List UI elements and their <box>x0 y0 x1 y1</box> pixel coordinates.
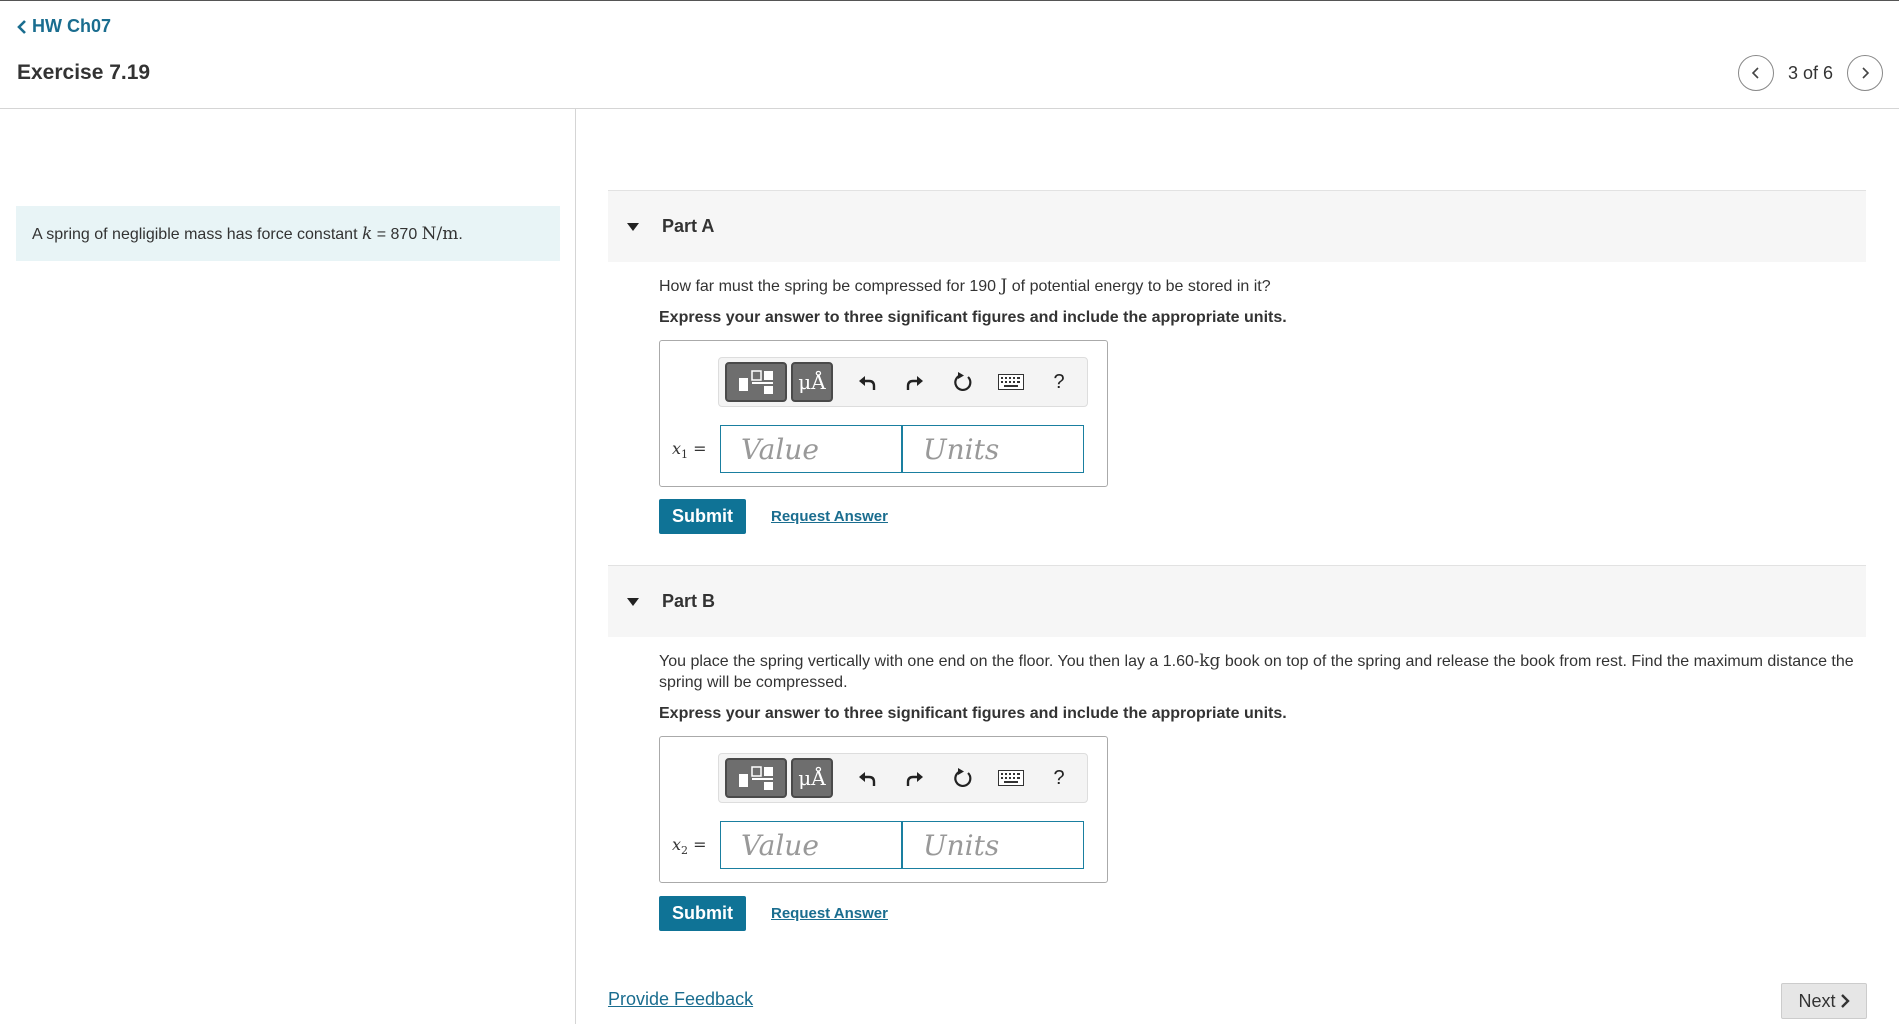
next-item-button[interactable] <box>1847 55 1883 91</box>
next-button[interactable]: Next <box>1781 983 1867 1019</box>
keyboard-icon <box>998 374 1024 390</box>
part-b-variable-label: x2 = <box>672 835 707 858</box>
problem-statement: A spring of negligible mass has force co… <box>16 206 560 261</box>
reset-button[interactable] <box>939 362 987 402</box>
units-icon: μÅ <box>798 370 826 394</box>
keyboard-button[interactable] <box>987 362 1035 402</box>
reset-icon <box>954 768 972 788</box>
reset-button[interactable] <box>939 758 987 798</box>
part-b-units-input[interactable]: Units <box>902 821 1084 869</box>
part-b-instruction: Express your answer to three significant… <box>659 705 1287 722</box>
part-b-request-answer-link[interactable]: Request Answer <box>771 905 888 922</box>
part-a-label: Part A <box>662 216 715 236</box>
undo-button[interactable] <box>843 362 891 402</box>
part-a-answer-box: μÅ ? x1 = Value Units <box>659 340 1108 487</box>
part-a-question: How far must the spring be compressed fo… <box>659 276 1271 296</box>
undo-button[interactable] <box>843 758 891 798</box>
undo-icon <box>859 376 876 390</box>
redo-icon <box>906 772 923 786</box>
chevron-right-icon <box>1862 67 1870 79</box>
part-b-label: Part B <box>662 591 716 611</box>
units-button[interactable]: μÅ <box>791 758 833 798</box>
next-button-label: Next <box>1798 990 1836 1011</box>
part-b-value-input[interactable]: Value <box>720 821 902 869</box>
part-b-header[interactable]: Part B <box>608 565 1866 637</box>
math-toolbar: μÅ ? <box>718 357 1088 407</box>
back-link[interactable]: HW Ch07 <box>16 16 111 37</box>
redo-icon <box>906 376 923 390</box>
reset-icon <box>954 372 972 392</box>
part-b-question: You place the spring vertically with one… <box>659 651 1854 691</box>
column-divider <box>575 108 576 1024</box>
help-icon: ? <box>1053 766 1065 789</box>
top-border <box>0 0 1899 1</box>
part-a-instruction: Express your answer to three significant… <box>659 309 1287 326</box>
part-a-units-input[interactable]: Units <box>902 425 1084 473</box>
units-icon: μÅ <box>798 766 826 790</box>
keyboard-button[interactable] <box>987 758 1035 798</box>
part-a-value-input[interactable]: Value <box>720 425 902 473</box>
math-toolbar: μÅ ? <box>718 753 1088 803</box>
part-a-header[interactable]: Part A <box>608 190 1866 262</box>
templates-button[interactable] <box>725 362 787 402</box>
provide-feedback-link[interactable]: Provide Feedback <box>608 989 753 1010</box>
help-icon: ? <box>1053 370 1065 393</box>
templates-icon <box>739 370 773 394</box>
templates-icon <box>739 766 773 790</box>
help-button[interactable]: ? <box>1035 362 1083 402</box>
previous-item-button[interactable] <box>1737 55 1774 91</box>
undo-icon <box>859 772 876 786</box>
caret-down-icon <box>627 222 639 231</box>
templates-button[interactable] <box>725 758 787 798</box>
problem-text: A spring of negligible mass has force co… <box>32 223 463 244</box>
part-a-variable-label: x1 = <box>672 439 707 462</box>
exercise-title: Exercise 7.19 <box>17 61 151 84</box>
caret-down-icon <box>627 597 639 606</box>
part-a-submit-button[interactable]: Submit <box>659 499 746 534</box>
back-link-label: HW Ch07 <box>32 16 112 36</box>
chevron-left-icon <box>17 19 26 34</box>
part-b-answer-box: μÅ ? x2 = Value Units <box>659 736 1108 883</box>
header-divider <box>0 108 1899 109</box>
pager-text: 3 of 6 <box>1787 62 1833 83</box>
chevron-right-icon <box>1840 994 1850 1008</box>
keyboard-icon <box>998 770 1024 786</box>
pager: 3 of 6 <box>1737 55 1883 91</box>
redo-button[interactable] <box>891 362 939 402</box>
chevron-left-icon <box>1751 67 1759 79</box>
units-button[interactable]: μÅ <box>791 362 833 402</box>
help-button[interactable]: ? <box>1035 758 1083 798</box>
part-a-request-answer-link[interactable]: Request Answer <box>771 508 888 525</box>
part-b-submit-button[interactable]: Submit <box>659 896 746 931</box>
redo-button[interactable] <box>891 758 939 798</box>
